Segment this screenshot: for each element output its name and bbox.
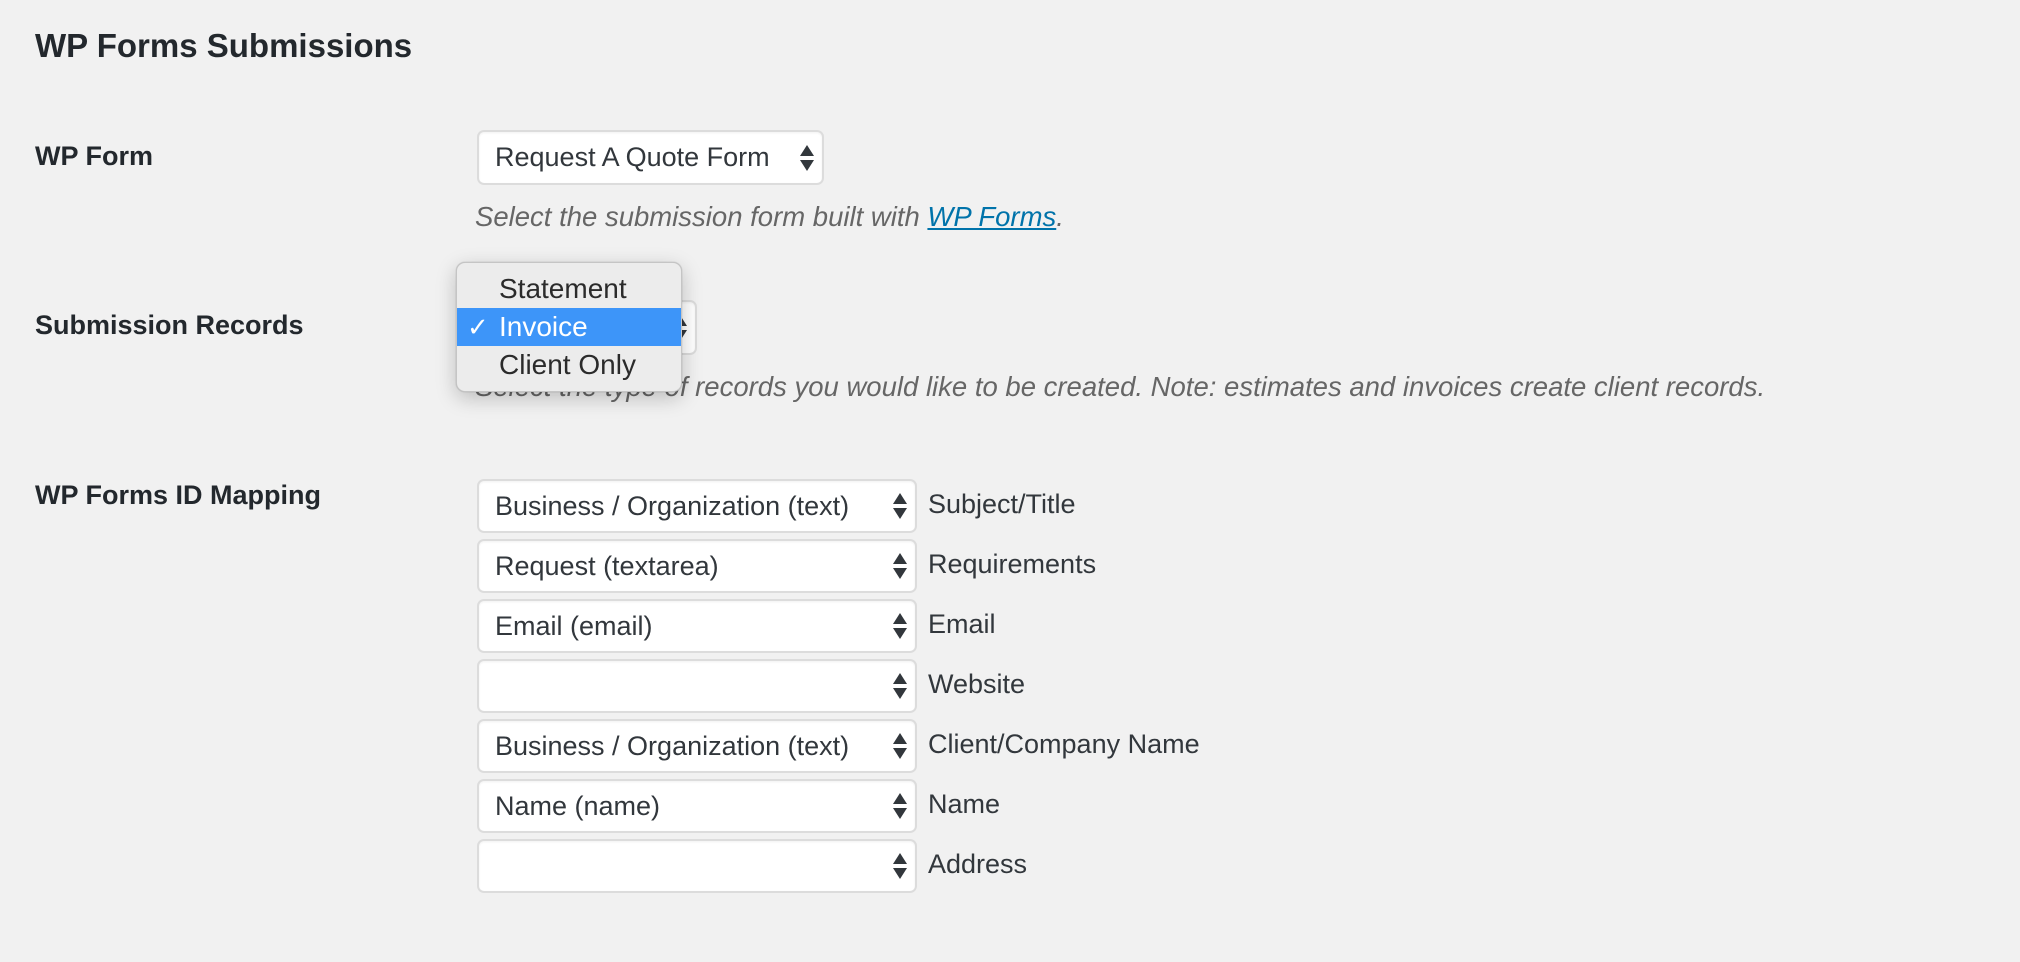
mapping-select-value: Name (name) xyxy=(495,791,661,821)
submission-records-dropdown-menu: Statement ✓ Invoice Client Only xyxy=(456,262,682,392)
mapping-select-name[interactable]: Name (name) xyxy=(477,779,917,833)
mapping-select-email[interactable]: Email (email) xyxy=(477,599,917,653)
dropdown-option-label: Statement xyxy=(499,273,627,304)
select-arrows-icon xyxy=(893,492,907,520)
select-arrows-icon xyxy=(800,144,814,172)
select-arrows-icon xyxy=(893,552,907,580)
dropdown-option-invoice[interactable]: ✓ Invoice xyxy=(457,308,681,346)
wp-form-description-text: Select the submission form built with xyxy=(475,201,928,232)
mapping-select-requirements[interactable]: Request (textarea) xyxy=(477,539,917,593)
dropdown-option-label: Client Only xyxy=(499,349,636,380)
mapping-select-subject-title[interactable]: Business / Organization (text) xyxy=(477,479,917,533)
checkmark-icon: ✓ xyxy=(467,312,489,342)
mapping-select-value: Business / Organization (text) xyxy=(495,731,850,761)
mapping-field-label: Subject/Title xyxy=(928,489,1076,519)
mapping-field-label: Client/Company Name xyxy=(928,729,1200,759)
settings-page: WP Forms Submissions WP Form Request A Q… xyxy=(0,0,2020,962)
wp-form-description-suffix: . xyxy=(1056,201,1064,232)
select-arrows-icon xyxy=(893,672,907,700)
mapping-field-label: Name xyxy=(928,789,1001,819)
mapping-select-address[interactable] xyxy=(477,839,917,893)
dropdown-option-statement[interactable]: Statement xyxy=(457,270,681,308)
page-title: WP Forms Submissions xyxy=(35,27,413,64)
wp-form-select-value: Request A Quote Form xyxy=(495,142,770,172)
dropdown-option-label: Invoice xyxy=(499,311,588,342)
mapping-select-value: Request (textarea) xyxy=(495,551,719,581)
select-arrows-icon xyxy=(893,612,907,640)
wp-form-select[interactable]: Request A Quote Form xyxy=(477,130,824,185)
select-arrows-icon xyxy=(893,732,907,760)
mapping-select-value: Email (email) xyxy=(495,611,653,641)
wp-form-label: WP Form xyxy=(35,141,154,171)
wp-form-description: Select the submission form built with WP… xyxy=(475,201,1064,233)
select-arrows-icon xyxy=(893,792,907,820)
dropdown-option-client-only[interactable]: Client Only xyxy=(457,346,681,384)
mapping-select-client-company-name[interactable]: Business / Organization (text) xyxy=(477,719,917,773)
mapping-field-label: Website xyxy=(928,669,1026,699)
mapping-select-website[interactable] xyxy=(477,659,917,713)
select-arrows-icon xyxy=(893,852,907,880)
submission-records-label: Submission Records xyxy=(35,310,304,340)
wp-forms-link[interactable]: WP Forms xyxy=(927,201,1056,232)
mapping-field-label: Address xyxy=(928,849,1028,879)
mapping-field-label: Requirements xyxy=(928,549,1097,579)
mapping-field-label: Email xyxy=(928,609,996,639)
id-mapping-label: WP Forms ID Mapping xyxy=(35,480,322,510)
mapping-select-value: Business / Organization (text) xyxy=(495,491,850,521)
